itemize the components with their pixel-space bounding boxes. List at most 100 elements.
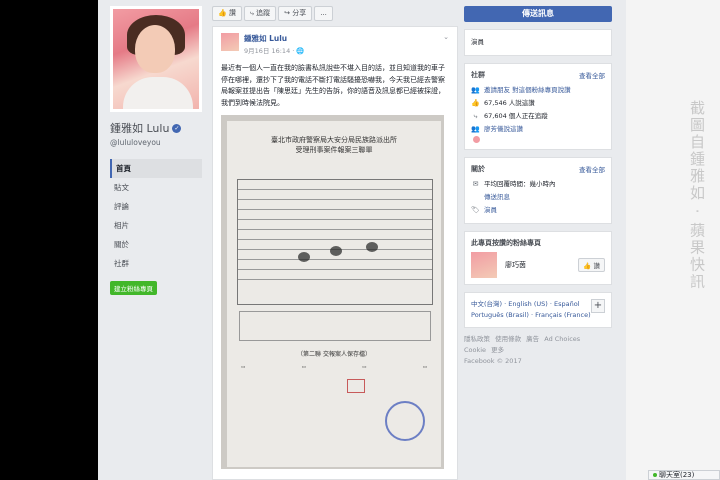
language-zh-tw: 中文(台灣) — [471, 300, 503, 308]
signature-column: ▭ — [422, 365, 427, 370]
page-handle[interactable]: @lululoveyou — [110, 138, 202, 147]
post-options-chevron-icon[interactable]: ⌄ — [443, 33, 449, 55]
document-form-table — [237, 179, 433, 305]
page-action-bar: 👍 讚 ⤷ 追蹤 ↪ 分享 ... — [212, 6, 458, 21]
chat-tab-label: 聊天室(23) — [659, 471, 695, 479]
liked-pages-card: 此專頁按讚的粉絲專頁 廖巧茵 👍 讚 — [464, 231, 612, 285]
right-column: 傳送訊息 演員 社群 查看全部 👥 邀請朋友 對這個粉絲專頁說讚 👍 67,546 … — [464, 6, 612, 367]
send-message-button[interactable]: 傳送訊息 — [464, 6, 612, 22]
about-see-all-link[interactable]: 查看全部 — [579, 164, 605, 174]
create-page-button[interactable]: 建立粉絲專頁 — [110, 281, 157, 295]
liked-page-like-button[interactable]: 👍 讚 — [578, 258, 605, 272]
form-row — [238, 220, 432, 230]
invite-friends-row[interactable]: 👥 邀請朋友 對這個粉絲專頁說讚 — [471, 84, 605, 97]
blank-icon — [471, 193, 480, 202]
nav-item-reviews[interactable]: 評論 — [110, 197, 202, 216]
likes-count-row: 👍 67,546 人說這讚 — [471, 97, 605, 110]
send-message-link: 傳送訊息 — [484, 193, 510, 201]
post-author[interactable]: 鍾雅如 Lulu — [244, 33, 305, 44]
liked-page-item: 廖巧茵 👍 讚 — [471, 252, 605, 278]
thumbs-up-icon: 👍 — [218, 9, 227, 17]
thumbs-up-icon: 👍 — [471, 99, 480, 107]
page-nav: 首頁 貼文 評論 相片 關於 社群 — [110, 159, 202, 273]
community-see-all-link[interactable]: 查看全部 — [579, 70, 605, 80]
liked-pages-header: 此專頁按讚的粉絲專頁 — [471, 238, 605, 248]
follow-label: 追蹤 — [256, 9, 271, 17]
footer-link-privacy[interactable]: 隱私政策 — [464, 335, 490, 343]
add-language-plus-icon[interactable]: + — [591, 299, 605, 313]
liked-page-avatar[interactable] — [471, 252, 497, 278]
category-card: 演員 — [464, 29, 612, 56]
footer-link-ads[interactable]: 廣告 — [526, 335, 539, 343]
nav-item-home[interactable]: 首頁 — [110, 159, 202, 178]
post-photo[interactable]: 臺北市政府警察局大安分局民族路派出所 受理刑事案件報案三聯單 （第二聯 交報案人… — [221, 115, 444, 469]
about-card: 關於 查看全部 ✉ 平均回覆時間：幾小時內 傳送訊息 🏷 演員 — [464, 157, 612, 224]
form-row — [238, 230, 432, 240]
page-name: 鍾雅如 Lulu ✓ — [110, 120, 202, 136]
redaction-blot — [298, 252, 310, 262]
follows-count-text: 67,604 個人正在追蹤 — [484, 112, 548, 120]
redaction-blot — [366, 242, 378, 252]
footer-copyright: Facebook © 2017 — [464, 357, 522, 365]
liked-pages-title: 此專頁按讚的粉絲專頁 — [471, 239, 541, 247]
language-fr-fr[interactable]: Français (France) — [535, 311, 591, 319]
profile-face — [135, 25, 175, 73]
friends-like-row[interactable]: 👥 廖芳儀說這讚 — [471, 123, 605, 136]
liked-page-name[interactable]: 廖巧茵 — [505, 260, 570, 270]
about-category-text: 演員 — [484, 206, 497, 214]
share-page-button[interactable]: ↪ 分享 — [278, 6, 313, 21]
friend-avatar[interactable] — [473, 136, 480, 143]
share-icon: ↪ — [284, 9, 290, 17]
redaction-blot — [330, 246, 342, 256]
language-en-us[interactable]: English (US) — [508, 300, 548, 308]
message-icon: ✉ — [472, 180, 479, 188]
footer-link-cookie[interactable]: Cookie — [464, 346, 486, 354]
footer-link-more[interactable]: 更多 — [491, 346, 504, 354]
left-column: 鍾雅如 Lulu ✓ @lululoveyou 首頁 貼文 評論 相片 關於 社… — [110, 6, 202, 295]
document-subtitle: 受理刑事案件報案三聯單 — [295, 146, 373, 154]
likes-count-text: 67,546 人說這讚 — [484, 99, 535, 107]
nav-item-photos[interactable]: 相片 — [110, 216, 202, 235]
form-row — [238, 180, 432, 190]
language-list: 中文(台灣) · English (US) · Español Portuguê… — [471, 299, 605, 321]
language-es[interactable]: Español — [554, 300, 580, 308]
follow-page-button[interactable]: ⤷ 追蹤 — [243, 6, 277, 21]
post-author-avatar[interactable] — [221, 33, 239, 51]
page-footer: 隱私政策 使用條款 廣告 Ad Choices Cookie 更多 Facebo… — [464, 328, 612, 367]
liked-page-like-label: 讚 — [593, 262, 601, 270]
community-header: 社群 查看全部 — [471, 70, 605, 80]
signature-column: ▭ — [362, 365, 367, 370]
share-label: 分享 — [292, 9, 307, 17]
post-header: 鍾雅如 Lulu 9月16日 16:14 · 🌐 ⌄ — [213, 27, 457, 55]
signature-column: ▭ — [241, 365, 246, 370]
facebook-page: 鍾雅如 Lulu ✓ @lululoveyou 首頁 貼文 評論 相片 關於 社… — [98, 0, 626, 480]
chat-tab[interactable]: 聊天室(23) — [648, 470, 720, 480]
tag-icon: 🏷 — [471, 206, 480, 214]
nav-item-about[interactable]: 關於 — [110, 235, 202, 254]
post-text: 最近有一個人一直在我的臉書私訊說些不堪入目的話，並且知道我的車子停在哪裡，還抄下… — [221, 64, 445, 107]
profile-body — [123, 77, 193, 109]
rss-icon: ⤷ — [249, 9, 254, 17]
nav-item-community[interactable]: 社群 — [110, 254, 202, 273]
about-category-row[interactable]: 🏷 演員 — [471, 204, 605, 217]
police-seal-stamp — [385, 401, 425, 441]
form-row — [238, 200, 432, 210]
footer-links: 隱私政策 使用條款 廣告 Ad Choices Cookie 更多 — [464, 334, 612, 356]
community-card: 社群 查看全部 👥 邀請朋友 對這個粉絲專頁說讚 👍 67,546 人說這讚 ⤷ 67… — [464, 63, 612, 150]
document-title: 臺北市政府警察局大安分局民族路派出所 受理刑事案件報案三聯單 — [227, 135, 441, 155]
language-pt-br[interactable]: Português (Brasil) — [471, 311, 529, 319]
like-page-button[interactable]: 👍 讚 — [212, 6, 242, 21]
profile-picture[interactable] — [110, 6, 202, 112]
about-header: 關於 查看全部 — [471, 164, 605, 174]
footer-link-ad-choices[interactable]: Ad Choices — [544, 335, 580, 343]
form-row — [238, 190, 432, 200]
community-title: 社群 — [471, 71, 485, 79]
thumbs-up-icon: 👍 — [583, 262, 592, 270]
category-label[interactable]: 演員 — [471, 36, 605, 49]
send-message-row[interactable]: 傳送訊息 — [471, 191, 605, 204]
footer-link-terms[interactable]: 使用條款 — [495, 335, 521, 343]
post-card: 鍾雅如 Lulu 9月16日 16:14 · 🌐 ⌄ 最近有一個人一直在我的臉書… — [212, 26, 458, 480]
post-timestamp[interactable]: 9月16日 16:14 · 🌐 — [244, 45, 305, 55]
nav-item-posts[interactable]: 貼文 — [110, 178, 202, 197]
more-options-button[interactable]: ... — [314, 6, 333, 21]
